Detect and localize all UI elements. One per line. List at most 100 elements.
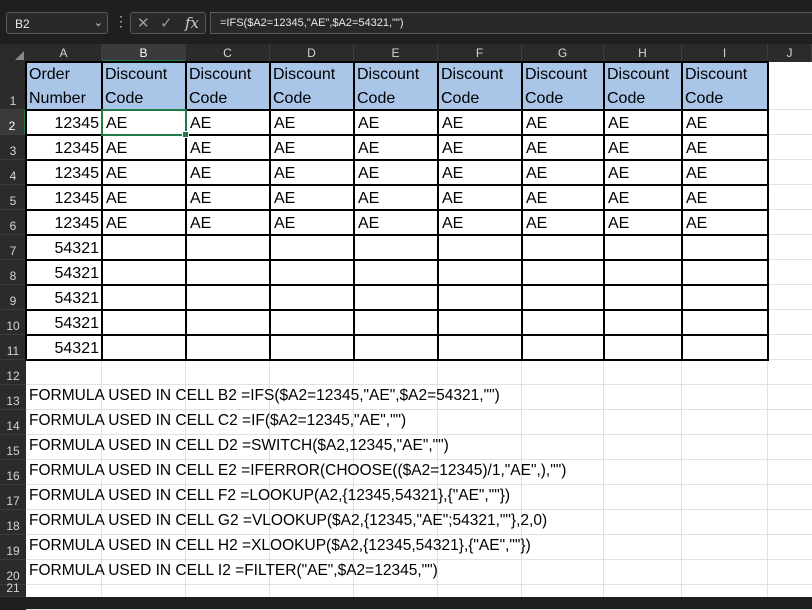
row-header-7[interactable]: 7: [0, 235, 26, 260]
discount-code-cell[interactable]: AE: [354, 135, 438, 160]
discount-code-cell[interactable]: [522, 310, 604, 335]
order-number-cell[interactable]: 54321: [26, 285, 102, 310]
vertical-dots-icon[interactable]: ⋮: [114, 13, 128, 30]
discount-code-cell[interactable]: AE: [438, 210, 522, 235]
discount-code-cell[interactable]: AE: [186, 210, 270, 235]
discount-code-cell[interactable]: AE: [522, 160, 604, 185]
discount-code-cell[interactable]: [522, 335, 604, 360]
header-cell[interactable]: Discount Code: [102, 62, 186, 110]
discount-code-cell[interactable]: AE: [522, 135, 604, 160]
discount-code-cell[interactable]: [682, 310, 768, 335]
order-number-cell[interactable]: 12345: [26, 135, 102, 160]
discount-code-cell[interactable]: AE: [270, 135, 354, 160]
discount-code-cell[interactable]: [186, 235, 270, 260]
row-header-19[interactable]: 19: [0, 535, 26, 560]
discount-code-cell[interactable]: [270, 285, 354, 310]
discount-code-cell[interactable]: [522, 260, 604, 285]
order-number-cell[interactable]: 54321: [26, 235, 102, 260]
formula-input[interactable]: =IFS($A2=12345,"AE",$A2=54321,""): [210, 12, 812, 34]
row-header-1[interactable]: 1: [0, 62, 26, 110]
column-header-i[interactable]: I: [682, 44, 768, 62]
discount-code-cell[interactable]: AE: [102, 185, 186, 210]
discount-code-cell[interactable]: AE: [522, 110, 604, 135]
discount-code-cell[interactable]: [186, 310, 270, 335]
column-header-e[interactable]: E: [354, 44, 438, 62]
chevron-down-icon[interactable]: ⌄: [94, 16, 103, 29]
close-icon[interactable]: ✕: [137, 14, 150, 32]
discount-code-cell[interactable]: AE: [270, 210, 354, 235]
row-header-21[interactable]: 21: [0, 581, 26, 597]
discount-code-cell[interactable]: [438, 310, 522, 335]
row-header-17[interactable]: 17: [0, 485, 26, 510]
row-header-11[interactable]: 11: [0, 335, 26, 360]
order-number-cell[interactable]: 54321: [26, 310, 102, 335]
fx-icon[interactable]: fx: [185, 14, 199, 32]
discount-code-cell[interactable]: [682, 235, 768, 260]
header-cell[interactable]: Discount Code: [354, 62, 438, 110]
discount-code-cell[interactable]: [604, 310, 682, 335]
order-number-cell[interactable]: 12345: [26, 210, 102, 235]
discount-code-cell[interactable]: [270, 260, 354, 285]
discount-code-cell[interactable]: AE: [604, 135, 682, 160]
row-header-13[interactable]: 13: [0, 385, 26, 410]
discount-code-cell[interactable]: AE: [438, 160, 522, 185]
discount-code-cell[interactable]: [354, 235, 438, 260]
header-cell[interactable]: Discount Code: [438, 62, 522, 110]
row-header-15[interactable]: 15: [0, 435, 26, 460]
discount-code-cell[interactable]: AE: [604, 210, 682, 235]
discount-code-cell[interactable]: AE: [604, 160, 682, 185]
column-header-d[interactable]: D: [270, 44, 354, 62]
column-header-c[interactable]: C: [186, 44, 270, 62]
discount-code-cell[interactable]: [186, 335, 270, 360]
discount-code-cell[interactable]: AE: [438, 135, 522, 160]
spreadsheet-grid[interactable]: A B C D E F G H I J 1 2 3 4 5 6 7 8 9 10 11 12 13 14 15 16 17 18 19 2…: [0, 44, 812, 610]
discount-code-cell[interactable]: [270, 310, 354, 335]
header-cell[interactable]: Discount Code: [682, 62, 768, 110]
row-header-5[interactable]: 5: [0, 185, 26, 210]
row-header-14[interactable]: 14: [0, 410, 26, 435]
discount-code-cell[interactable]: AE: [270, 160, 354, 185]
discount-code-cell[interactable]: AE: [186, 185, 270, 210]
column-header-a[interactable]: A: [26, 44, 102, 62]
select-all-corner[interactable]: [0, 44, 26, 62]
header-cell[interactable]: Discount Code: [522, 62, 604, 110]
discount-code-cell[interactable]: [102, 235, 186, 260]
row-header-2[interactable]: 2: [0, 110, 26, 135]
discount-code-cell[interactable]: AE: [270, 185, 354, 210]
discount-code-cell[interactable]: [186, 260, 270, 285]
row-header-3[interactable]: 3: [0, 135, 26, 160]
check-icon[interactable]: ✓: [160, 14, 173, 32]
discount-code-cell[interactable]: AE: [354, 160, 438, 185]
column-header-j[interactable]: J: [768, 44, 812, 62]
discount-code-cell[interactable]: [438, 260, 522, 285]
discount-code-cell[interactable]: [102, 310, 186, 335]
discount-code-cell[interactable]: [270, 335, 354, 360]
discount-code-cell[interactable]: AE: [102, 135, 186, 160]
column-header-b[interactable]: B: [102, 44, 186, 62]
discount-code-cell[interactable]: [522, 235, 604, 260]
discount-code-cell[interactable]: AE: [604, 185, 682, 210]
discount-code-cell[interactable]: AE: [186, 135, 270, 160]
discount-code-cell[interactable]: AE: [354, 210, 438, 235]
discount-code-cell[interactable]: AE: [522, 210, 604, 235]
order-number-cell[interactable]: 54321: [26, 335, 102, 360]
discount-code-cell[interactable]: [270, 235, 354, 260]
row-header-9[interactable]: 9: [0, 285, 26, 310]
discount-code-cell[interactable]: [522, 285, 604, 310]
discount-code-cell[interactable]: AE: [438, 185, 522, 210]
order-number-cell[interactable]: 12345: [26, 160, 102, 185]
column-header-g[interactable]: G: [522, 44, 604, 62]
discount-code-cell[interactable]: AE: [604, 110, 682, 135]
discount-code-cell[interactable]: AE: [682, 110, 768, 135]
discount-code-cell[interactable]: [186, 285, 270, 310]
discount-code-cell[interactable]: AE: [354, 110, 438, 135]
row-header-4[interactable]: 4: [0, 160, 26, 185]
discount-code-cell[interactable]: AE: [354, 185, 438, 210]
discount-code-cell[interactable]: [438, 285, 522, 310]
column-header-f[interactable]: F: [438, 44, 522, 62]
discount-code-cell[interactable]: [102, 260, 186, 285]
fill-handle[interactable]: [182, 131, 189, 138]
discount-code-cell[interactable]: [604, 260, 682, 285]
discount-code-cell[interactable]: [604, 335, 682, 360]
order-number-cell[interactable]: 54321: [26, 260, 102, 285]
